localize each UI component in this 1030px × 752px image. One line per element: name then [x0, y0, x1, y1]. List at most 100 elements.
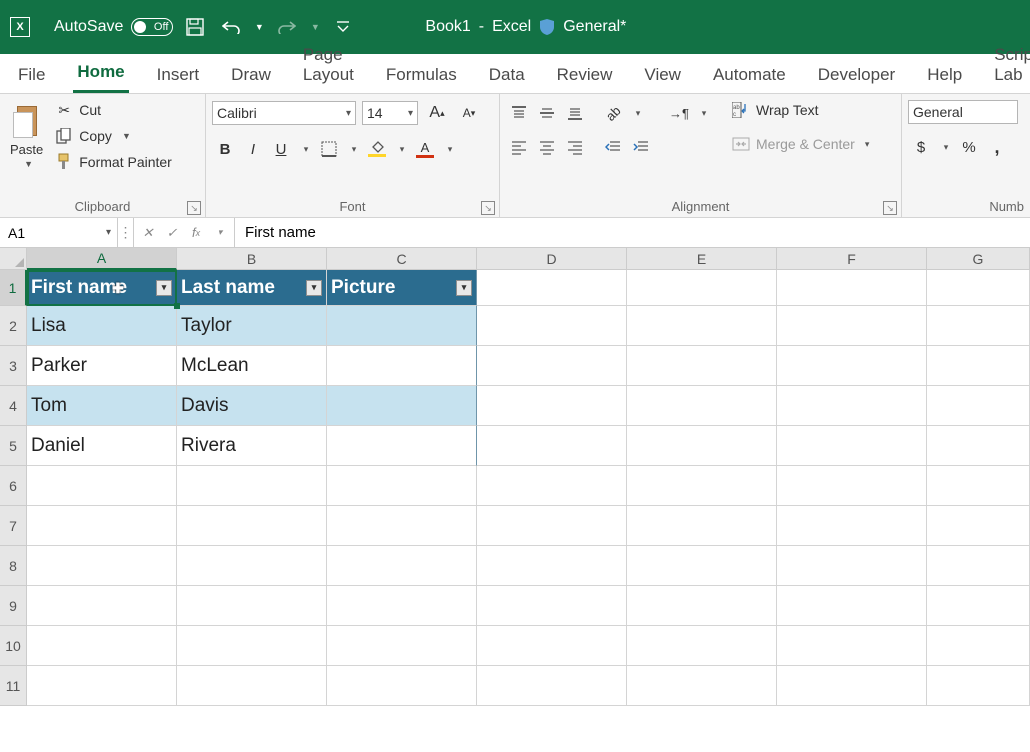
font-dialog-launcher[interactable]: ↘ [481, 201, 495, 215]
cell-C11[interactable] [327, 666, 477, 706]
filter-button[interactable]: ▾ [156, 280, 172, 296]
row-header-11[interactable]: 11 [0, 666, 27, 706]
tab-review[interactable]: Review [553, 57, 617, 93]
tab-developer[interactable]: Developer [814, 57, 900, 93]
cell-C2[interactable] [327, 306, 477, 346]
borders-button[interactable] [316, 136, 342, 162]
cell-D11[interactable] [477, 666, 627, 706]
cell-F1[interactable] [777, 270, 927, 306]
cell-E3[interactable] [627, 346, 777, 386]
column-header-C[interactable]: C [327, 248, 477, 270]
increase-indent-button[interactable] [628, 134, 654, 160]
cell-B9[interactable] [177, 586, 327, 626]
cell-F6[interactable] [777, 466, 927, 506]
cell-D7[interactable] [477, 506, 627, 546]
select-all-corner[interactable] [0, 248, 27, 270]
enter-formula-button[interactable]: ✓ [162, 223, 182, 243]
cell-E1[interactable] [627, 270, 777, 306]
cell-B5[interactable]: Rivera [177, 426, 327, 466]
cell-C10[interactable] [327, 626, 477, 666]
cell-D6[interactable] [477, 466, 627, 506]
cell-G4[interactable] [927, 386, 1030, 426]
cell-B4[interactable]: Davis [177, 386, 327, 426]
cell-C8[interactable] [327, 546, 477, 586]
align-right-button[interactable] [562, 134, 588, 160]
text-direction-button[interactable]: →¶ [666, 100, 692, 126]
row-header-1[interactable]: 1 [0, 270, 27, 306]
decrease-indent-button[interactable] [600, 134, 626, 160]
row-header-4[interactable]: 4 [0, 386, 27, 426]
number-format-combo[interactable]: General [908, 100, 1018, 124]
row-header-10[interactable]: 10 [0, 626, 27, 666]
worksheet[interactable]: ABCDEFG 1First name▾Last name▾Picture▾2L… [0, 248, 1030, 706]
cell-D1[interactable] [477, 270, 627, 306]
cell-E7[interactable] [627, 506, 777, 546]
redo-button[interactable] [273, 13, 301, 41]
cell-D4[interactable] [477, 386, 627, 426]
cell-E8[interactable] [627, 546, 777, 586]
filter-button[interactable]: ▾ [306, 280, 322, 296]
format-painter-button[interactable]: Format Painter [53, 152, 174, 172]
toggle-switch[interactable]: Off [131, 18, 173, 36]
cell-F4[interactable] [777, 386, 927, 426]
cell-G10[interactable] [927, 626, 1030, 666]
font-size-combo[interactable]: 14▾ [362, 101, 418, 125]
insert-function-button[interactable]: fx [186, 223, 206, 243]
autosave-toggle[interactable]: AutoSave Off [54, 18, 173, 36]
text-direction-dropdown[interactable]: ▾ [692, 100, 712, 126]
cell-D10[interactable] [477, 626, 627, 666]
tab-file[interactable]: File [14, 57, 49, 93]
cell-G5[interactable] [927, 426, 1030, 466]
undo-dropdown[interactable]: ▼ [253, 13, 265, 41]
cell-A6[interactable] [27, 466, 177, 506]
cell-A8[interactable] [27, 546, 177, 586]
cell-E2[interactable] [627, 306, 777, 346]
cell-F7[interactable] [777, 506, 927, 546]
bold-button[interactable]: B [212, 136, 238, 162]
cell-F2[interactable] [777, 306, 927, 346]
cell-E4[interactable] [627, 386, 777, 426]
cell-B3[interactable]: McLean [177, 346, 327, 386]
tab-formulas[interactable]: Formulas [382, 57, 461, 93]
cell-B6[interactable] [177, 466, 327, 506]
cell-G3[interactable] [927, 346, 1030, 386]
copy-button[interactable]: Copy ▼ [53, 126, 174, 146]
tab-page-layout[interactable]: Page Layout [299, 37, 358, 93]
cell-A5[interactable]: Daniel [27, 426, 177, 466]
cell-B11[interactable] [177, 666, 327, 706]
column-header-B[interactable]: B [177, 248, 327, 270]
clipboard-dialog-launcher[interactable]: ↘ [187, 201, 201, 215]
cell-G2[interactable] [927, 306, 1030, 346]
font-color-button[interactable]: A [412, 136, 438, 162]
filter-button[interactable]: ▾ [456, 280, 472, 296]
save-button[interactable] [181, 13, 209, 41]
underline-dropdown[interactable]: ▾ [294, 136, 314, 162]
align-top-button[interactable] [506, 100, 532, 126]
percent-format-button[interactable]: % [956, 134, 982, 160]
cell-G7[interactable] [927, 506, 1030, 546]
cell-C9[interactable] [327, 586, 477, 626]
fill-color-dropdown[interactable]: ▾ [390, 136, 410, 162]
column-header-G[interactable]: G [927, 248, 1030, 270]
cell-A3[interactable]: Parker [27, 346, 177, 386]
column-header-D[interactable]: D [477, 248, 627, 270]
cell-F9[interactable] [777, 586, 927, 626]
row-header-3[interactable]: 3 [0, 346, 27, 386]
row-header-8[interactable]: 8 [0, 546, 27, 586]
cell-C3[interactable] [327, 346, 477, 386]
cell-A2[interactable]: Lisa [27, 306, 177, 346]
tab-help[interactable]: Help [923, 57, 966, 93]
cell-B10[interactable] [177, 626, 327, 666]
align-left-button[interactable] [506, 134, 532, 160]
cell-E6[interactable] [627, 466, 777, 506]
fill-color-button[interactable] [364, 136, 390, 162]
accounting-format-button[interactable]: $ [908, 134, 934, 160]
wrap-text-button[interactable]: abc Wrap Text [730, 100, 871, 120]
cell-G9[interactable] [927, 586, 1030, 626]
tab-automate[interactable]: Automate [709, 57, 790, 93]
cell-C4[interactable] [327, 386, 477, 426]
cell-E5[interactable] [627, 426, 777, 466]
column-header-F[interactable]: F [777, 248, 927, 270]
row-header-9[interactable]: 9 [0, 586, 27, 626]
cell-G6[interactable] [927, 466, 1030, 506]
